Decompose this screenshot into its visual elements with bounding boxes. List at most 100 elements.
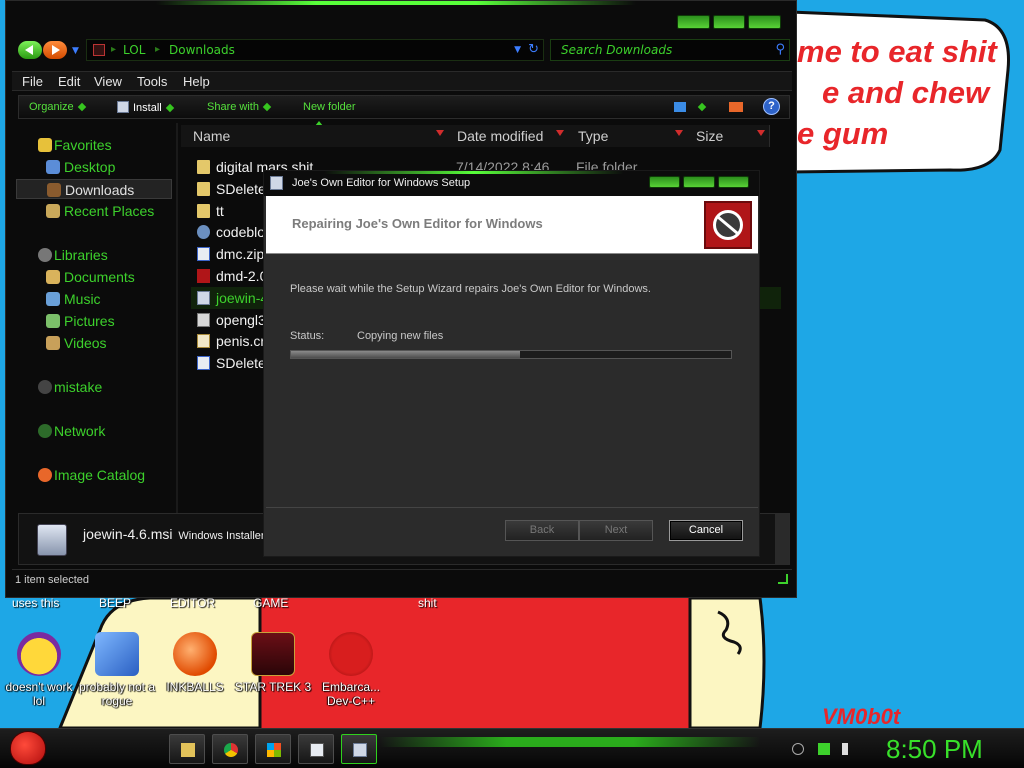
file-name: penis.crt	[216, 333, 269, 350]
help-icon[interactable]: ?	[763, 98, 780, 115]
nav-item-desktop[interactable]: Desktop	[16, 157, 172, 177]
nav-item-recent-places[interactable]: Recent Places	[16, 201, 172, 221]
desktop-shortcut-gears[interactable]: probably not a rogue	[78, 632, 156, 708]
breadcrumb-separator-icon[interactable]: ▸	[155, 40, 160, 60]
folder-location-icon	[93, 44, 105, 56]
taskbar-window-button[interactable]	[298, 734, 334, 764]
nav-item-label: Desktop	[64, 159, 116, 175]
cancel-button[interactable]: Cancel	[669, 520, 743, 541]
progress-fill	[291, 351, 520, 358]
yahoo-messenger-icon	[17, 632, 61, 676]
details-scrollbar[interactable]	[775, 514, 789, 564]
menu-edit[interactable]: Edit	[58, 74, 80, 89]
refresh-icon[interactable]: ↻	[528, 40, 539, 60]
nav-item-label: Documents	[64, 269, 135, 285]
minimize-button[interactable]	[649, 176, 681, 188]
taskbar-chrome-button[interactable]	[212, 734, 248, 764]
minimize-button[interactable]	[677, 15, 710, 29]
setup-icon	[353, 743, 367, 757]
forward-button[interactable]	[43, 41, 67, 59]
column-filter-chevron-icon[interactable]	[556, 130, 564, 136]
pane-divider[interactable]	[176, 123, 178, 513]
nav-item-network[interactable]: Network	[16, 421, 172, 441]
desktop-icon-label: STAR TREK 3	[234, 680, 312, 694]
column-filter-chevron-icon[interactable]	[675, 130, 683, 136]
zip-icon	[197, 247, 210, 262]
change-view-icon[interactable]	[674, 102, 686, 112]
search-icon[interactable]: ⚲	[775, 40, 785, 60]
title-glow	[324, 171, 624, 174]
close-button[interactable]	[748, 15, 782, 29]
menu-help[interactable]: Help	[183, 74, 210, 89]
show-hidden-icons-chevron-icon[interactable]	[792, 743, 804, 755]
back-button[interactable]: Back	[505, 520, 579, 541]
resize-grip-icon[interactable]	[778, 574, 788, 584]
column-filter-chevron-icon[interactable]	[757, 130, 765, 136]
nav-item-label: Network	[54, 423, 106, 439]
nav-item-mistake[interactable]: mistake	[16, 377, 172, 397]
nav-item-music[interactable]: Music	[16, 289, 172, 309]
dev-cpp-icon	[329, 632, 373, 676]
chrome-icon	[224, 743, 238, 757]
back-button[interactable]	[18, 41, 42, 59]
image-catalog-icon	[38, 468, 52, 482]
desktop-shortcut-star-trek[interactable]: STAR TREK 3	[234, 632, 312, 694]
search-placeholder: Search Downloads	[561, 43, 673, 57]
desktop-shortcut-dev-cpp[interactable]: Embarca... Dev-C++	[312, 632, 390, 708]
maximize-button[interactable]	[683, 176, 715, 188]
search-input[interactable]: Search Downloads ⚲	[550, 39, 790, 61]
new-folder-button[interactable]: New folder	[303, 101, 356, 113]
menu-view[interactable]: View	[94, 74, 122, 89]
taskbar-glow	[380, 737, 760, 747]
maximize-button[interactable]	[712, 15, 746, 29]
nav-item-videos[interactable]: Videos	[16, 333, 172, 353]
breadcrumb-item[interactable]: Downloads	[169, 40, 235, 60]
address-history-chevron-icon[interactable]: ▼	[514, 40, 521, 60]
desktop-icon-label-top[interactable]: BEEP	[99, 596, 131, 610]
desktop-icon-label-top[interactable]: EDITOR	[170, 596, 215, 610]
menu-file[interactable]: File	[22, 74, 43, 89]
nav-item-libraries[interactable]: Libraries	[16, 245, 172, 265]
column-header-type[interactable]: Type	[566, 125, 688, 147]
view-options-chevron-icon[interactable]	[697, 102, 707, 112]
nav-item-documents[interactable]: Documents	[16, 267, 172, 287]
organize-button[interactable]: Organize	[29, 101, 86, 113]
desktop-icon-label-top[interactable]: GAME	[253, 596, 288, 610]
setup-dialog[interactable]: Joe's Own Editor for Windows Setup Repai…	[263, 170, 760, 557]
nav-item-pictures[interactable]: Pictures	[16, 311, 172, 331]
column-label: Name	[193, 128, 231, 144]
column-header-name[interactable]: Name	[181, 125, 449, 147]
taskbar-setup-button[interactable]	[341, 734, 377, 764]
address-bar[interactable]: ▸ LOL ▸ Downloads ▼ ↻	[86, 39, 544, 61]
setup-title-bar[interactable]: Joe's Own Editor for Windows Setup	[264, 171, 759, 196]
start-button-angry-bird-icon[interactable]	[10, 731, 46, 765]
volume-icon[interactable]	[842, 743, 854, 755]
desktop-shortcut-inkball[interactable]: INKBALLS	[156, 632, 234, 694]
nav-item-downloads[interactable]: Downloads	[16, 179, 172, 199]
desktop-shortcut-yahoo[interactable]: doesn't work lol	[0, 632, 78, 708]
recent-pages-chevron-icon[interactable]: ▼	[72, 46, 79, 56]
taskbar-windows-button[interactable]	[255, 734, 291, 764]
nav-item-favorites[interactable]: Favorites	[16, 135, 172, 155]
taskbar-explorer-button[interactable]	[169, 734, 205, 764]
column-header-date-modified[interactable]: Date modified	[445, 125, 569, 147]
column-label: Type	[578, 128, 609, 144]
breadcrumb-item[interactable]: LOL	[123, 40, 145, 60]
navigation-bar: ▼ ▸ LOL ▸ Downloads ▼ ↻ Search Downloads…	[18, 39, 790, 63]
network-icon	[38, 424, 52, 438]
install-button[interactable]: Install	[117, 101, 174, 114]
desktop-icon-label-top[interactable]: shit	[418, 596, 437, 610]
network-tray-icon[interactable]	[818, 743, 830, 755]
column-filter-chevron-icon[interactable]	[436, 130, 444, 136]
desktop-icon-label-top[interactable]: uses this	[12, 596, 59, 610]
preview-pane-icon[interactable]	[729, 102, 743, 112]
close-button[interactable]	[717, 176, 749, 188]
next-button[interactable]: Next	[579, 520, 653, 541]
share-with-button[interactable]: Share with	[207, 101, 272, 113]
videos-icon	[46, 336, 60, 350]
nav-item-image-catalog[interactable]: Image Catalog	[16, 465, 172, 485]
column-header-size[interactable]: Size	[684, 125, 770, 147]
breadcrumb-separator-icon[interactable]: ▸	[111, 40, 116, 60]
clock[interactable]: 8:50 PM	[886, 734, 983, 765]
menu-tools[interactable]: Tools	[137, 74, 167, 89]
